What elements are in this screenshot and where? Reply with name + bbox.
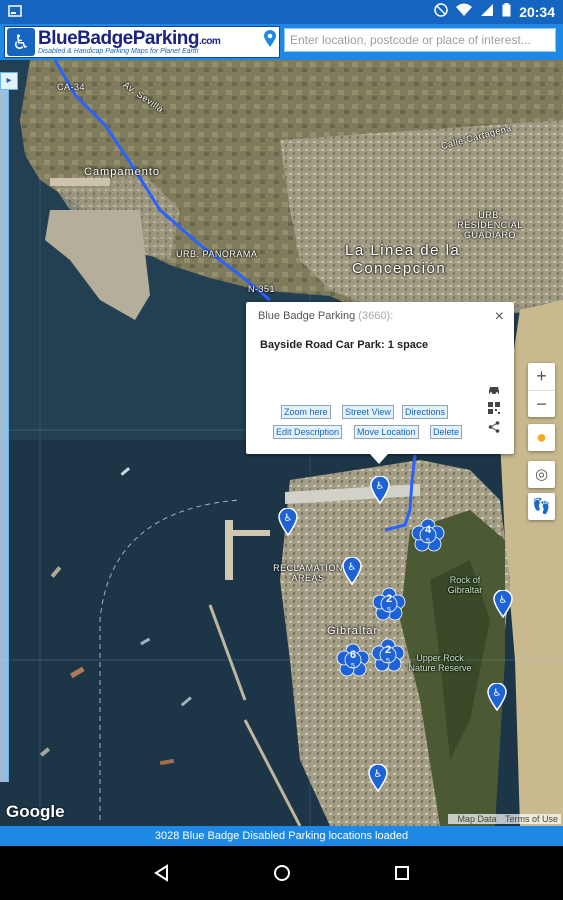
- place-label: Upper Rock Nature Reserve: [408, 653, 472, 673]
- zoom-here-button[interactable]: Zoom here: [281, 405, 331, 419]
- search-input[interactable]: [284, 28, 556, 52]
- navigation-bar: [0, 846, 563, 900]
- place-label: RECLAMATION AREAS: [273, 563, 343, 583]
- zoom-in-button[interactable]: +: [528, 363, 555, 390]
- road-label: N-351: [248, 284, 276, 294]
- delete-button[interactable]: Delete: [430, 425, 463, 439]
- svg-text:♿: ♿: [376, 481, 385, 492]
- cluster-count: 2: [384, 644, 392, 656]
- cluster-count: 4: [424, 524, 432, 536]
- popup-count: (3660):: [358, 310, 394, 322]
- parking-cluster[interactable]: 2 5: [371, 638, 405, 672]
- edit-description-button[interactable]: Edit Description: [273, 425, 343, 439]
- screenshot-icon: [8, 4, 22, 21]
- app-logo[interactable]: ♿ BlueBadgeParking.com Disabled & Handic…: [4, 26, 280, 58]
- road-label: CA-34: [57, 82, 86, 92]
- map-pin-icon: [264, 30, 276, 53]
- parking-marker[interactable]: ♿: [370, 476, 390, 504]
- move-location-button[interactable]: Move Location: [354, 425, 419, 439]
- cluster-sub: 5: [386, 658, 390, 665]
- car-icon[interactable]: [488, 384, 500, 398]
- cluster-count: 2: [385, 593, 393, 605]
- svg-text:♿: ♿: [374, 769, 383, 780]
- signal-icon: [480, 3, 494, 20]
- cluster-sub: 5: [351, 663, 355, 670]
- map-view[interactable]: ▸ CA-34 Av. Sevilla Calle Cartagena Camp…: [0, 60, 563, 826]
- parking-marker[interactable]: ♿: [368, 764, 388, 792]
- parking-cluster[interactable]: 4 5: [411, 518, 445, 552]
- svg-text:♿: ♿: [499, 595, 508, 606]
- directions-button[interactable]: Directions: [402, 405, 449, 419]
- svg-text:♿: ♿: [348, 562, 357, 573]
- info-window: Blue Badge Parking (3660): × Bayside Roa…: [246, 302, 514, 464]
- place-label: La Linea de la: [345, 242, 461, 259]
- svg-text:♿: ♿: [284, 513, 293, 524]
- pegman-icon[interactable]: ●: [528, 424, 555, 451]
- place-label: URB. RESIDENCIAL GUADIARO: [457, 210, 523, 240]
- svg-text:♿: ♿: [493, 688, 502, 699]
- qr-code-icon[interactable]: [488, 402, 500, 417]
- zoom-control: + −: [528, 363, 555, 417]
- place-label: Gibraltar: [327, 625, 379, 637]
- logo-title: BlueBadgeParking.com: [38, 28, 221, 49]
- home-icon[interactable]: [272, 863, 292, 883]
- drawer-toggle-icon[interactable]: ▸: [0, 72, 18, 90]
- cluster-sub: 5: [387, 607, 391, 614]
- battery-icon: [502, 3, 511, 20]
- parking-cluster[interactable]: 2 5: [372, 587, 406, 621]
- place-label: Campamento: [84, 166, 161, 178]
- location-name: Bayside Road Car Park: 1 space: [260, 339, 429, 351]
- close-icon[interactable]: ×: [495, 308, 504, 326]
- logo-subtitle: Disabled & Handicap Parking Maps for Pla…: [38, 48, 199, 55]
- popup-title: Blue Badge Parking (3660):: [258, 310, 394, 322]
- dnd-icon: [434, 3, 448, 20]
- screen: 20:34 ♿ BlueBadgeParking.com Disabled & …: [0, 0, 563, 900]
- parking-marker[interactable]: ♿: [493, 590, 513, 618]
- status-bar: 20:34: [0, 0, 563, 24]
- back-icon[interactable]: [152, 863, 172, 883]
- map-attribution: Map Data Terms of Use: [448, 814, 561, 824]
- map-data-link[interactable]: Map Data: [457, 814, 496, 824]
- wifi-icon: [456, 3, 473, 20]
- locations-loaded-status: 3028 Blue Badge Disabled Parking locatio…: [0, 826, 563, 846]
- parking-marker[interactable]: ♿: [487, 683, 507, 711]
- terms-link[interactable]: Terms of Use: [505, 814, 558, 824]
- app-header: ♿ BlueBadgeParking.com Disabled & Handic…: [0, 24, 563, 60]
- side-drawer-handle[interactable]: ▸: [0, 72, 18, 782]
- street-view-button[interactable]: Street View: [342, 405, 394, 419]
- wheelchair-icon: ♿: [7, 28, 35, 56]
- google-logo: Google: [6, 802, 65, 821]
- parking-cluster[interactable]: 6 5: [336, 643, 370, 677]
- recents-icon[interactable]: [392, 863, 412, 883]
- footsteps-icon[interactable]: 👣: [528, 493, 555, 520]
- place-label: URB. PANORAMA: [176, 249, 258, 259]
- status-time: 20:34: [519, 3, 555, 20]
- place-label: Rock of Gibraltar: [447, 575, 483, 595]
- parking-marker[interactable]: ♿: [278, 508, 298, 536]
- cluster-count: 6: [349, 649, 357, 661]
- zoom-out-button[interactable]: −: [528, 390, 555, 417]
- cluster-sub: 5: [426, 538, 430, 545]
- parking-marker[interactable]: ♿: [342, 557, 362, 585]
- my-location-icon[interactable]: ◎: [528, 461, 555, 488]
- share-icon[interactable]: [488, 421, 500, 436]
- place-label: Concepción: [352, 260, 447, 277]
